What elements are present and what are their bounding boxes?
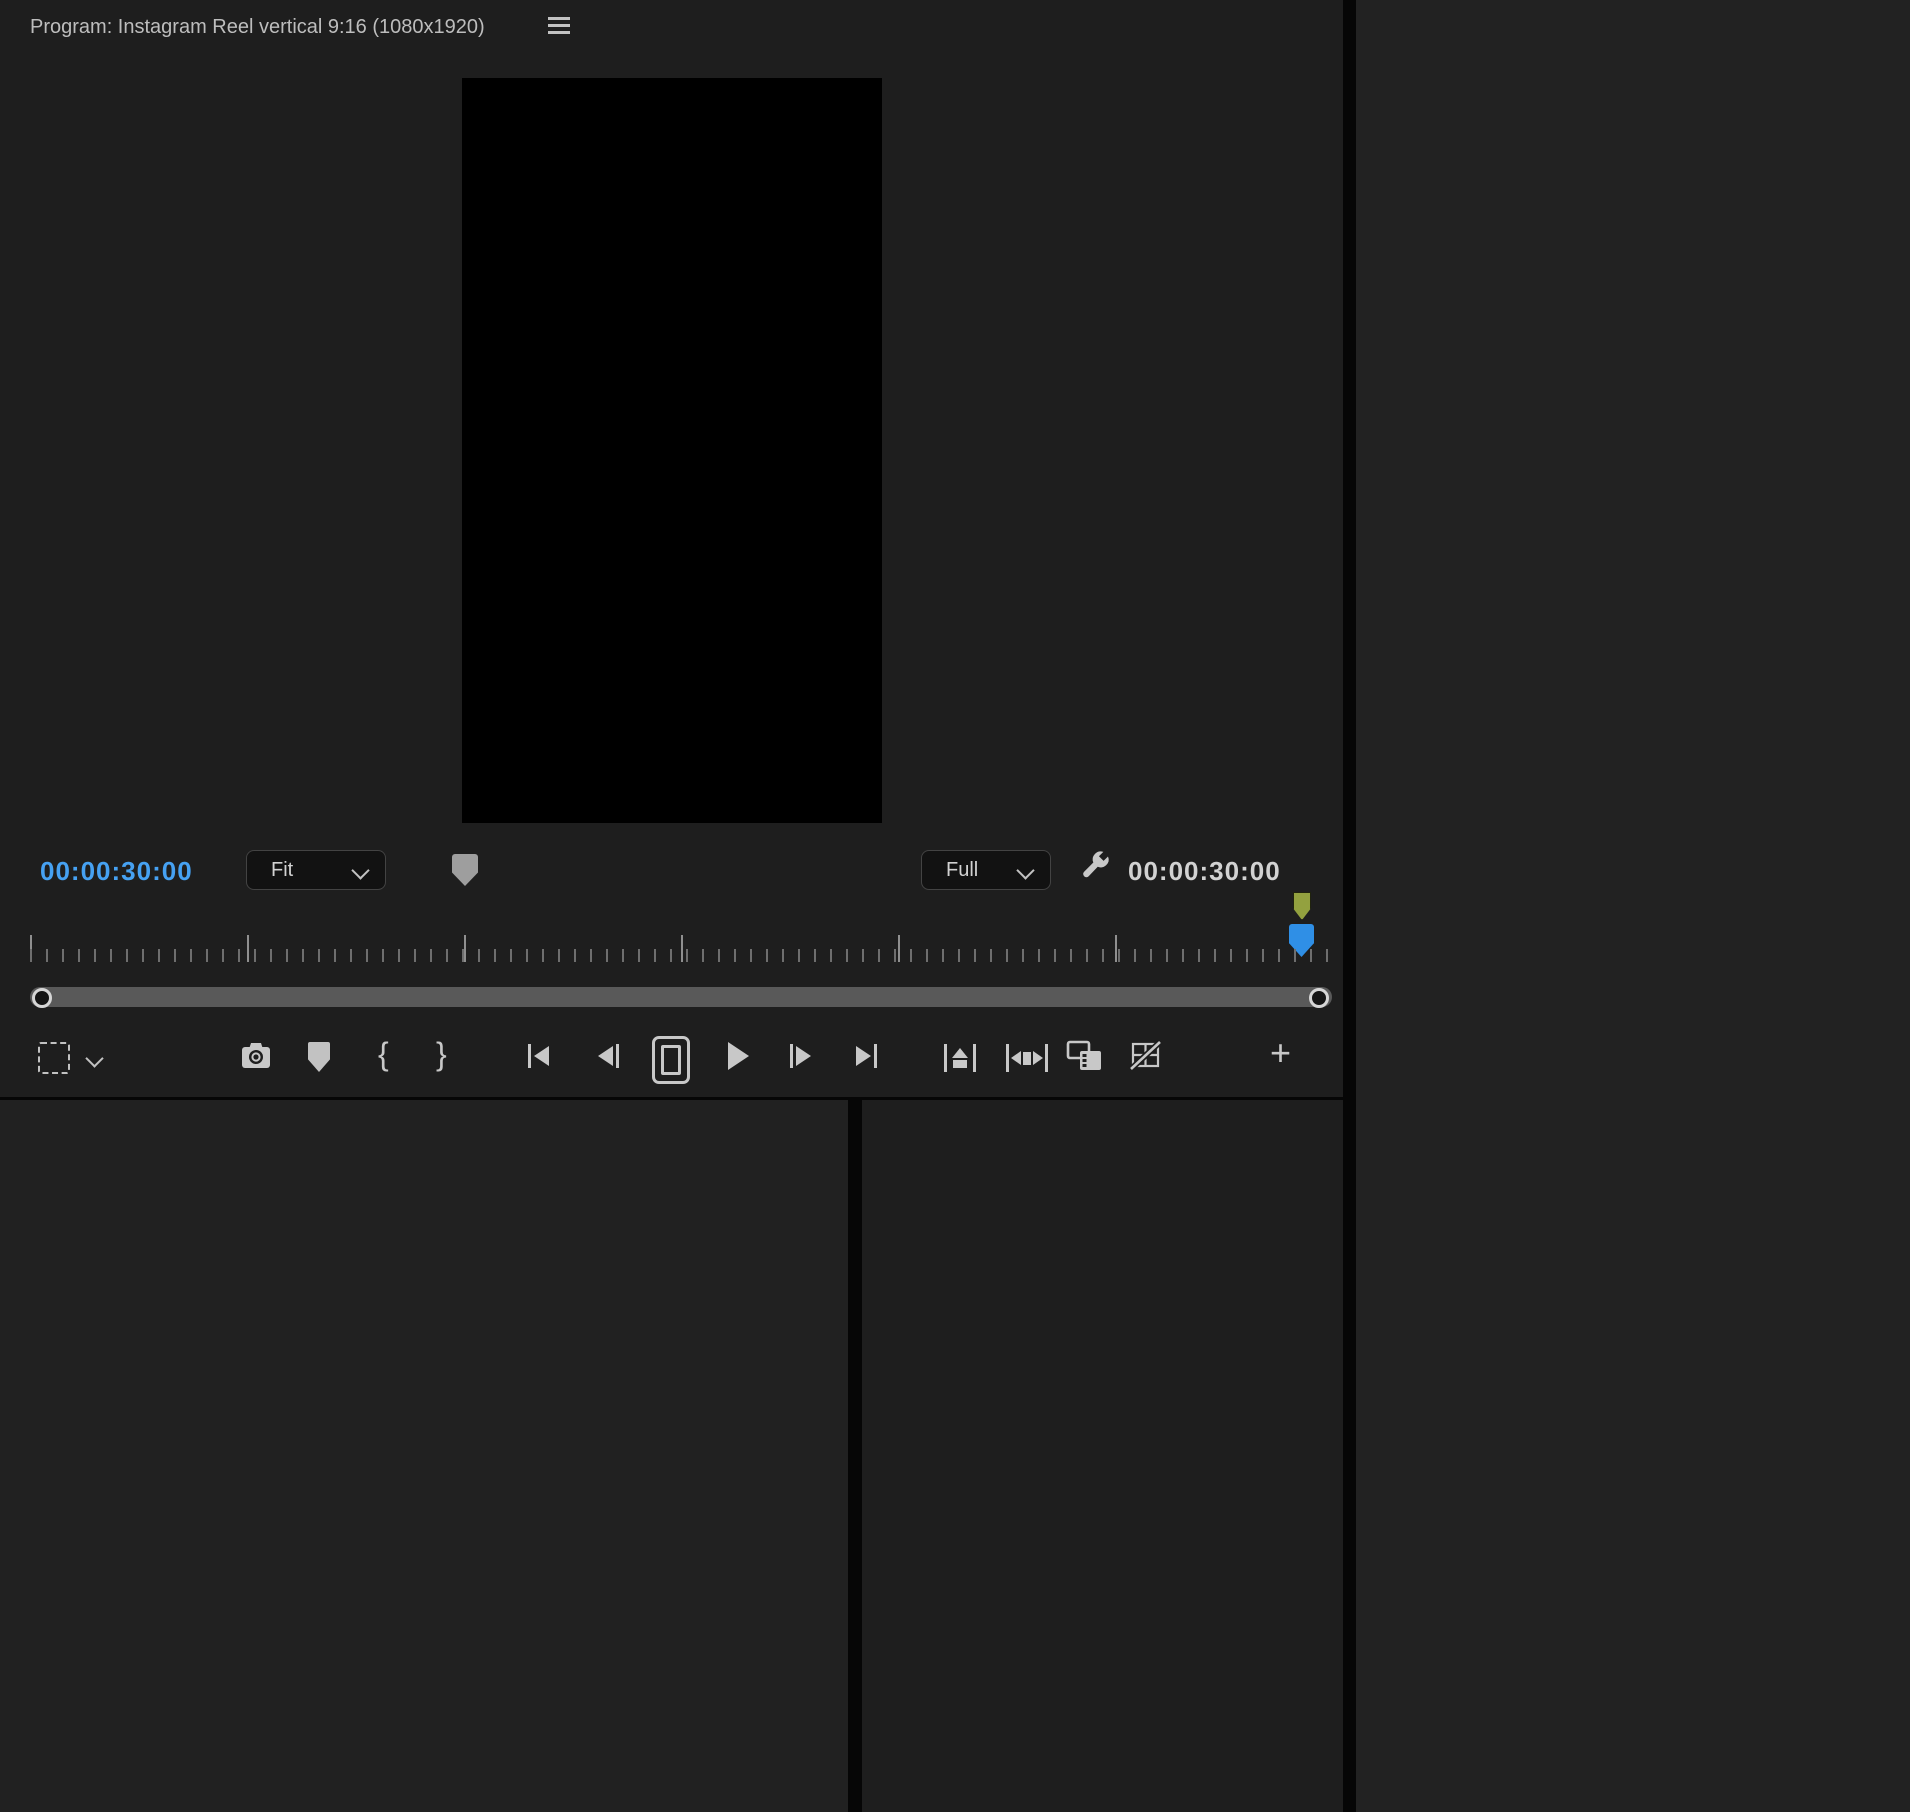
duration-timecode: 00:00:30:00 — [1128, 856, 1281, 886]
mark-in-icon[interactable]: { — [378, 1036, 389, 1073]
panel-menu-icon[interactable] — [548, 24, 570, 27]
playback-resolution-value: Full — [946, 858, 979, 881]
video-preview — [462, 78, 882, 823]
frame-display-icon[interactable] — [652, 1036, 690, 1084]
program-scrollbar-right-handle[interactable] — [1309, 988, 1329, 1008]
chevron-down-icon — [1016, 860, 1035, 880]
program-monitor-title: Program: Instagram Reel vertical 9:16 (1… — [30, 16, 485, 38]
lift-button[interactable] — [944, 1044, 976, 1072]
go-to-in-button[interactable] — [528, 1044, 549, 1068]
audio-meter-panel: 0 -6 -12 -18 -24 -30 -36 -42 -48 -54 dB … — [862, 1100, 1343, 1812]
export-media-icon[interactable] — [1066, 1040, 1104, 1073]
step-forward-button[interactable] — [790, 1044, 811, 1068]
safe-margins-icon[interactable] — [38, 1042, 70, 1074]
sequence-marker-green[interactable] — [1293, 892, 1311, 920]
program-scrollbar-left-handle[interactable] — [32, 988, 52, 1008]
settings-wrench-icon[interactable] — [1078, 850, 1110, 882]
zoom-level-value: Fit — [271, 858, 294, 881]
export-frame-camera-icon[interactable] — [240, 1042, 272, 1070]
extract-button[interactable] — [1006, 1044, 1048, 1072]
go-to-out-button[interactable] — [856, 1044, 877, 1068]
chevron-down-icon — [351, 860, 370, 880]
add-marker-icon[interactable] — [308, 1042, 330, 1072]
add-button-icon[interactable]: + — [1270, 1032, 1291, 1074]
program-monitor-panel: Program: Instagram Reel vertical 9:16 (1… — [0, 0, 1343, 1097]
playhead-timecode[interactable]: 00:00:30:00 — [40, 856, 193, 887]
application-window: Program: Instagram Reel vertical 9:16 (1… — [0, 0, 1910, 1812]
mark-out-icon[interactable]: } — [436, 1036, 447, 1073]
play-button[interactable] — [728, 1042, 749, 1070]
timeline-panel: 080x1920) Sequence 01 CC :00:00 00:01:00… — [0, 1100, 848, 1812]
marker-icon[interactable] — [452, 854, 478, 886]
program-scrollbar[interactable] — [30, 987, 1332, 1007]
zoom-level-select[interactable]: Fit — [246, 850, 386, 890]
program-ruler-minor-ticks[interactable] — [30, 949, 1330, 962]
overlay-options-chevron-icon[interactable] — [85, 1049, 104, 1068]
step-back-button[interactable] — [598, 1044, 619, 1068]
playback-resolution-select[interactable]: Full — [921, 850, 1051, 890]
multicam-disabled-icon[interactable] — [1128, 1040, 1164, 1072]
properties-panel: Properties Lumetri Color Essential S » O… — [1356, 0, 1910, 1812]
